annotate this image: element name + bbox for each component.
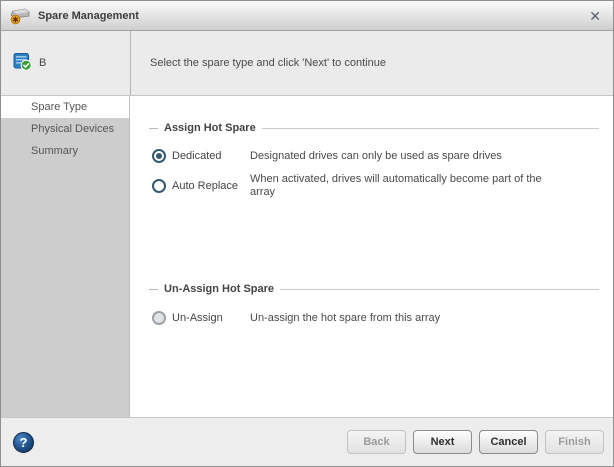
step-label: Physical Devices <box>31 123 115 135</box>
auto-replace-radio[interactable] <box>152 179 166 193</box>
finish-button[interactable]: Finish <box>545 430 604 454</box>
cancel-button[interactable]: Cancel <box>479 430 538 454</box>
back-button[interactable]: Back <box>347 430 406 454</box>
sidebar-item-physical-devices[interactable]: Physical Devices <box>1 118 129 140</box>
dedicated-radio[interactable] <box>152 149 166 163</box>
step-label: Summary <box>31 145 79 157</box>
unassign-radio[interactable] <box>152 311 166 325</box>
dialog-footer: ? Back Next Cancel Finish <box>1 417 613 466</box>
device-cell: B <box>1 31 131 95</box>
radio-description: Un-assign the hot spare from this array <box>250 311 441 324</box>
radio-option-auto-replace: Auto Replace When activated, drives will… <box>152 173 599 199</box>
device-name: B <box>39 57 47 69</box>
spare-management-dialog: ✱ Spare Management ✕ B Select the spare … <box>0 0 614 467</box>
hard-drive-icon: ✱ <box>9 7 31 25</box>
help-icon[interactable]: ? <box>13 431 34 453</box>
wizard-header: B Select the spare type and click 'Next'… <box>1 31 613 96</box>
title-bar: ✱ Spare Management ✕ <box>1 1 613 31</box>
close-icon[interactable]: ✕ <box>585 9 605 23</box>
wizard-instruction: Select the spare type and click 'Next' t… <box>150 57 386 69</box>
unassign-hot-spare-section-header: Un-Assign Hot Spare <box>149 283 599 295</box>
radio-description: Designated drives can only be used as sp… <box>250 149 502 162</box>
radio-label[interactable]: Un-Assign <box>172 312 223 324</box>
assign-hot-spare-section-header: Assign Hot Spare <box>149 122 599 134</box>
radio-description: When activated, drives will automaticall… <box>250 173 542 198</box>
window-title: Spare Management <box>38 9 139 22</box>
radio-option-dedicated: Dedicated Designated drives can only be … <box>152 149 599 163</box>
radio-label[interactable]: Dedicated <box>172 150 222 162</box>
svg-text:✱: ✱ <box>12 15 19 24</box>
logical-device-icon <box>13 52 32 74</box>
radio-option-unassign: Un-Assign Un-assign the hot spare from t… <box>152 311 599 325</box>
step-label: Spare Type <box>31 101 88 113</box>
sidebar-item-spare-type[interactable]: Spare Type <box>1 96 129 118</box>
section-title: Un-Assign Hot Spare <box>164 283 275 295</box>
radio-label[interactable]: Auto Replace <box>172 180 238 192</box>
next-button[interactable]: Next <box>413 430 472 454</box>
section-title: Assign Hot Spare <box>164 122 256 134</box>
wizard-steps-sidebar: Spare Type Physical Devices Summary <box>1 96 130 417</box>
sidebar-item-summary[interactable]: Summary <box>1 140 129 162</box>
spare-type-panel: Assign Hot Spare Dedicated Designated dr… <box>130 96 613 417</box>
